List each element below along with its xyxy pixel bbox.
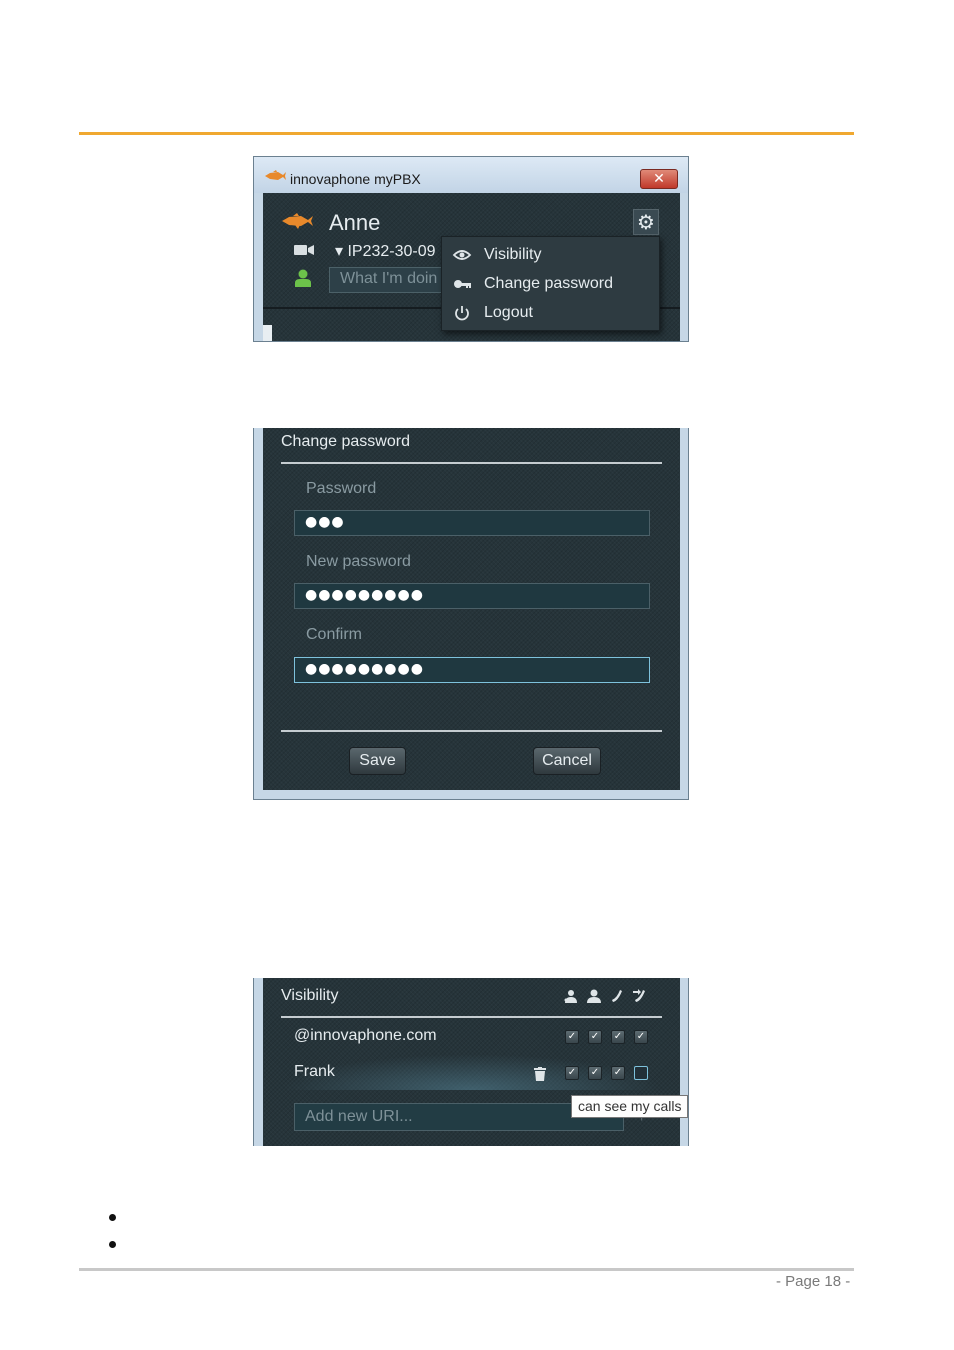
fish-logo-icon [265, 170, 286, 180]
person-icon [587, 989, 601, 1003]
menu-item-label: Visibility [484, 246, 542, 263]
divider [281, 1016, 662, 1018]
close-button[interactable]: ✕ [640, 169, 678, 189]
visibility-checkbox[interactable]: ✓ [634, 1030, 648, 1044]
panel-title: Visibility [281, 987, 339, 1004]
visibility-row-label: @innovaphone.com [294, 1027, 437, 1044]
power-icon [455, 306, 469, 321]
dialog-title: Change password [281, 433, 410, 450]
menu-item-change-password[interactable]: Change password [442, 270, 659, 298]
trash-icon[interactable] [534, 1067, 546, 1081]
phone-icon [612, 990, 622, 1002]
change-password-dialog: Change password Password ●●● New passwor… [263, 428, 680, 790]
visibility-checkbox[interactable]: ✓ [565, 1030, 579, 1044]
visibility-checkbox[interactable] [634, 1066, 648, 1080]
menu-item-visibility[interactable]: Visibility [442, 241, 659, 269]
page-number: - Page 18 - [776, 1273, 851, 1290]
video-camera-icon [294, 245, 314, 255]
new-password-field[interactable]: ●●●●●●●●● [294, 583, 650, 609]
user-name: Anne [329, 210, 381, 235]
cancel-button[interactable]: Cancel [533, 747, 601, 775]
gear-icon: ⚙ [637, 210, 655, 234]
visibility-panel: Visibility @innovaphone.com ✓ ✓ ✓ ✓ Fran… [263, 978, 680, 1146]
key-icon [454, 280, 471, 288]
window-title: innovaphone myPBX [290, 171, 421, 187]
close-icon: ✕ [653, 171, 665, 187]
confirm-label: Confirm [306, 626, 363, 643]
save-button[interactable]: Save [349, 747, 406, 775]
scrollbar[interactable] [263, 325, 272, 341]
presence-icon [564, 990, 577, 1003]
visibility-row-label: Frank [294, 1063, 335, 1080]
header-rule [79, 132, 854, 135]
change-password-screenshot: Change password Password ●●● New passwor… [253, 428, 689, 800]
divider [281, 730, 662, 732]
fish-logo-icon [282, 213, 313, 229]
visibility-checkbox[interactable]: ✓ [588, 1066, 602, 1080]
visibility-screenshot: Visibility @innovaphone.com ✓ ✓ ✓ ✓ Fran… [253, 978, 689, 1146]
visibility-checkbox[interactable]: ✓ [565, 1066, 579, 1080]
footer-rule [79, 1268, 854, 1271]
menu-item-label: Logout [484, 304, 533, 321]
password-label: Password [306, 480, 377, 497]
settings-button[interactable]: ⚙ [633, 209, 659, 235]
status-text-input[interactable]: What I'm doin [329, 267, 444, 293]
settings-menu: Visibility Change password Logout [441, 236, 660, 331]
visibility-checkbox[interactable]: ✓ [611, 1030, 625, 1044]
bullet-point [109, 1241, 116, 1248]
call-forward-icon [633, 989, 645, 1002]
window-titlebar: innovaphone myPBX ✕ [254, 157, 688, 193]
menu-item-logout[interactable]: Logout [442, 299, 659, 327]
visibility-checkbox[interactable]: ✓ [611, 1066, 625, 1080]
presence-person-icon [295, 269, 311, 287]
visibility-checkbox[interactable]: ✓ [588, 1030, 602, 1044]
password-field[interactable]: ●●● [294, 510, 650, 536]
new-password-label: New password [306, 553, 411, 570]
device-selector[interactable]: ▾ IP232-30-09 [335, 241, 436, 261]
confirm-field[interactable]: ●●●●●●●●● [294, 657, 650, 683]
tooltip: can see my calls [571, 1095, 688, 1118]
divider [281, 462, 662, 464]
menu-item-label: Change password [484, 275, 613, 292]
bullet-point [109, 1214, 116, 1221]
eye-icon [452, 250, 472, 260]
row-highlight [281, 1054, 662, 1090]
